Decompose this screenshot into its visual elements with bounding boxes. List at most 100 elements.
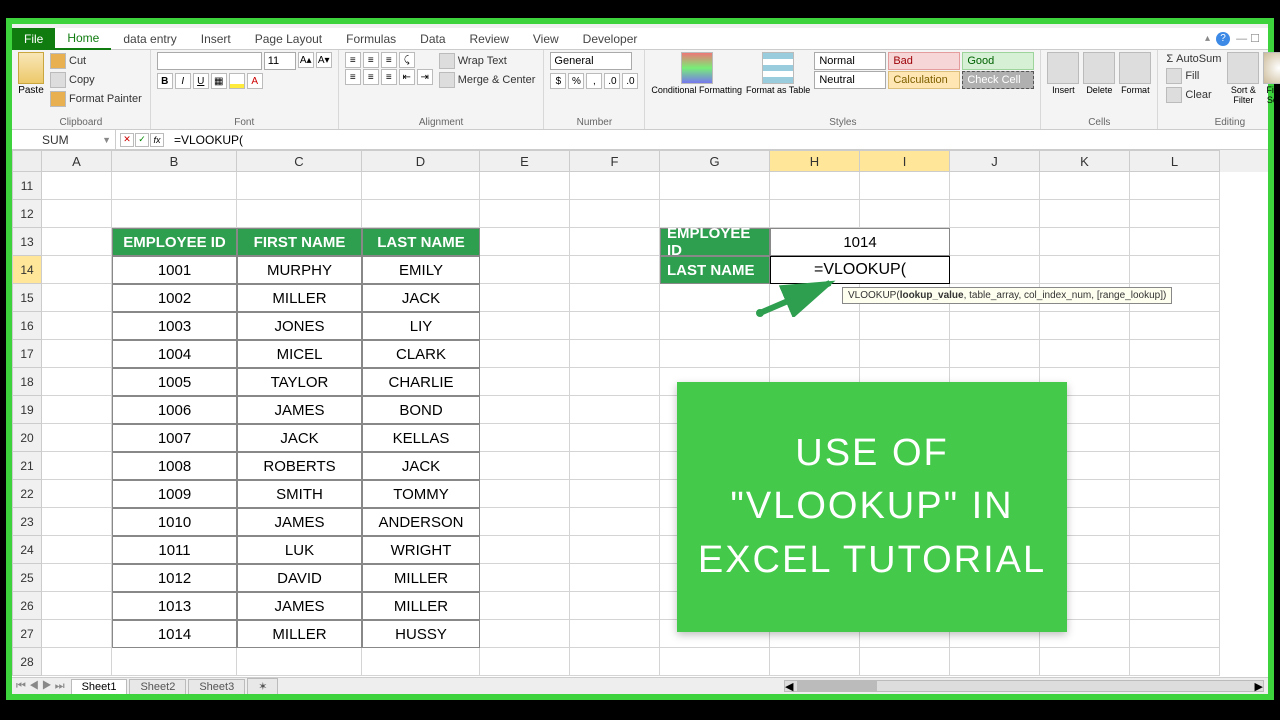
col-J[interactable]: J: [950, 150, 1040, 172]
col-L[interactable]: L: [1130, 150, 1220, 172]
cell-F23[interactable]: [570, 508, 660, 536]
cell-K17[interactable]: [1040, 340, 1130, 368]
cell-C18[interactable]: TAYLOR: [237, 368, 362, 396]
cell-F14[interactable]: [570, 256, 660, 284]
cell-D19[interactable]: BOND: [362, 396, 480, 424]
cell-A28[interactable]: [42, 648, 112, 676]
cell-D18[interactable]: CHARLIE: [362, 368, 480, 396]
cell-F20[interactable]: [570, 424, 660, 452]
cell-F15[interactable]: [570, 284, 660, 312]
cell-C12[interactable]: [237, 200, 362, 228]
cell-L27[interactable]: [1130, 620, 1220, 648]
delete-cells-icon[interactable]: [1083, 52, 1115, 84]
cell-D20[interactable]: KELLAS: [362, 424, 480, 452]
cell-F21[interactable]: [570, 452, 660, 480]
cell-B21[interactable]: 1008: [112, 452, 237, 480]
cell-L24[interactable]: [1130, 536, 1220, 564]
cell-B17[interactable]: 1004: [112, 340, 237, 368]
cell-L11[interactable]: [1130, 172, 1220, 200]
cell-C17[interactable]: MICEL: [237, 340, 362, 368]
cell-G13[interactable]: EMPLOYEE ID: [660, 228, 770, 256]
row-header[interactable]: 27: [12, 620, 42, 648]
cell-K16[interactable]: [1040, 312, 1130, 340]
cell-F19[interactable]: [570, 396, 660, 424]
cell-C28[interactable]: [237, 648, 362, 676]
cell-F13[interactable]: [570, 228, 660, 256]
row-header[interactable]: 11: [12, 172, 42, 200]
cell-E23[interactable]: [480, 508, 570, 536]
cell-F16[interactable]: [570, 312, 660, 340]
cell-A20[interactable]: [42, 424, 112, 452]
row-header[interactable]: 23: [12, 508, 42, 536]
cell-E13[interactable]: [480, 228, 570, 256]
row-header[interactable]: 26: [12, 592, 42, 620]
cell-A24[interactable]: [42, 536, 112, 564]
fill-button[interactable]: Fill: [1164, 67, 1223, 85]
style-calculation[interactable]: Calculation: [888, 71, 960, 89]
style-neutral[interactable]: Neutral: [814, 71, 886, 89]
cell-B22[interactable]: 1009: [112, 480, 237, 508]
cell-L28[interactable]: [1130, 648, 1220, 676]
cell-D27[interactable]: HUSSY: [362, 620, 480, 648]
conditional-formatting-icon[interactable]: [681, 52, 713, 84]
cell-B28[interactable]: [112, 648, 237, 676]
cell-C21[interactable]: ROBERTS: [237, 452, 362, 480]
conditional-formatting-button[interactable]: Conditional Formatting: [651, 85, 742, 95]
sheet-tab-2[interactable]: Sheet2: [129, 679, 186, 694]
cell-F17[interactable]: [570, 340, 660, 368]
cell-A23[interactable]: [42, 508, 112, 536]
cell-A13[interactable]: [42, 228, 112, 256]
orientation-icon[interactable]: ⤹: [399, 52, 415, 68]
tab-view[interactable]: View: [521, 28, 571, 50]
cell-I28[interactable]: [860, 648, 950, 676]
sheet-tab-3[interactable]: Sheet3: [188, 679, 245, 694]
cell-C19[interactable]: JAMES: [237, 396, 362, 424]
cell-E19[interactable]: [480, 396, 570, 424]
percent-icon[interactable]: %: [568, 73, 584, 89]
cell-E18[interactable]: [480, 368, 570, 396]
number-format-select[interactable]: [550, 52, 632, 70]
cell-E24[interactable]: [480, 536, 570, 564]
cell-A14[interactable]: [42, 256, 112, 284]
cell-E15[interactable]: [480, 284, 570, 312]
cell-L16[interactable]: [1130, 312, 1220, 340]
cell-D14[interactable]: EMILY: [362, 256, 480, 284]
cell-K14[interactable]: [1040, 256, 1130, 284]
row-header[interactable]: 25: [12, 564, 42, 592]
row-header[interactable]: 21: [12, 452, 42, 480]
cell-A25[interactable]: [42, 564, 112, 592]
cell-K13[interactable]: [1040, 228, 1130, 256]
style-check-cell[interactable]: Check Cell: [962, 71, 1034, 89]
underline-button[interactable]: U: [193, 73, 209, 89]
tab-review[interactable]: Review: [458, 28, 521, 50]
tab-formulas[interactable]: Formulas: [334, 28, 408, 50]
cell-L13[interactable]: [1130, 228, 1220, 256]
row-header[interactable]: 24: [12, 536, 42, 564]
cell-J13[interactable]: [950, 228, 1040, 256]
row-header[interactable]: 15: [12, 284, 42, 312]
help-icon[interactable]: ?: [1216, 32, 1230, 46]
sheet-nav-icons[interactable]: ⏮ ◀ ▶ ⏭: [12, 680, 69, 693]
cell-E26[interactable]: [480, 592, 570, 620]
cell-E27[interactable]: [480, 620, 570, 648]
tab-data-entry[interactable]: data entry: [111, 28, 188, 50]
cell-C11[interactable]: [237, 172, 362, 200]
fill-color-button[interactable]: [229, 73, 245, 89]
cell-B15[interactable]: 1002: [112, 284, 237, 312]
delete-button[interactable]: Delete: [1086, 85, 1112, 95]
cell-D24[interactable]: WRIGHT: [362, 536, 480, 564]
cell-H17[interactable]: [770, 340, 860, 368]
col-F[interactable]: F: [570, 150, 660, 172]
cell-C24[interactable]: LUK: [237, 536, 362, 564]
format-button[interactable]: Format: [1121, 85, 1150, 95]
minimize-ribbon-icon[interactable]: ▴: [1205, 33, 1210, 44]
cell-D13[interactable]: LAST NAME: [362, 228, 480, 256]
cell-G12[interactable]: [660, 200, 770, 228]
cell-L21[interactable]: [1130, 452, 1220, 480]
cell-C23[interactable]: JAMES: [237, 508, 362, 536]
cell-K12[interactable]: [1040, 200, 1130, 228]
clear-button[interactable]: Clear: [1164, 86, 1223, 104]
format-cells-icon[interactable]: [1119, 52, 1151, 84]
cell-E16[interactable]: [480, 312, 570, 340]
align-top-icon[interactable]: ≡: [345, 52, 361, 68]
